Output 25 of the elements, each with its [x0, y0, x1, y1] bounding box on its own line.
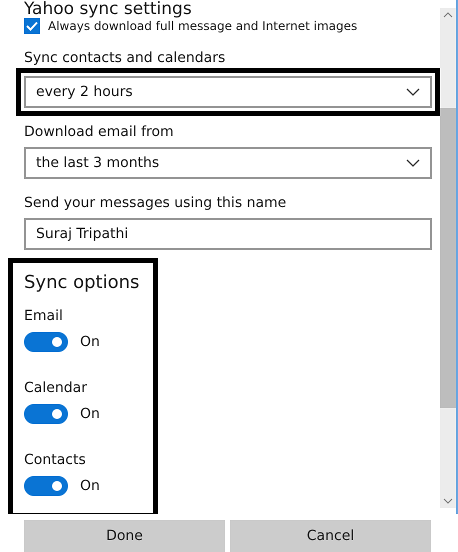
dropdown[interactable]: the last 3 months — [24, 147, 432, 179]
field-label: Send your messages using this name — [24, 195, 288, 211]
scroll-thumb[interactable] — [440, 108, 456, 408]
checkbox[interactable] — [24, 18, 40, 34]
name-field[interactable]: Suraj Tripathi — [24, 218, 432, 250]
field-label: Download email from — [24, 124, 175, 140]
toggle-switch[interactable] — [24, 476, 68, 496]
done-button[interactable]: Done — [24, 520, 225, 552]
toggle-label: Contacts — [24, 452, 87, 468]
settings-title: Yahoo sync settings — [24, 0, 193, 18]
field-label: Sync contacts and calendars — [24, 50, 226, 66]
toggle-label: Calendar — [24, 380, 88, 396]
section-heading: Sync options — [24, 272, 140, 294]
toggle-state: On — [80, 478, 100, 494]
scrollbar[interactable] — [440, 8, 456, 508]
toggle-state: On — [80, 406, 100, 422]
cancel-button[interactable]: Cancel — [230, 520, 431, 552]
toggle-switch[interactable] — [24, 332, 68, 352]
checkbox-label: Always download full message and Internet images — [48, 19, 358, 33]
toggle-state: On — [80, 334, 100, 350]
chevron-down-icon — [406, 88, 420, 96]
toggle-label: Email — [24, 308, 64, 324]
toggle-switch[interactable] — [24, 404, 68, 424]
chevron-down-icon — [406, 159, 420, 167]
dropdown[interactable]: every 2 hours — [24, 76, 432, 108]
